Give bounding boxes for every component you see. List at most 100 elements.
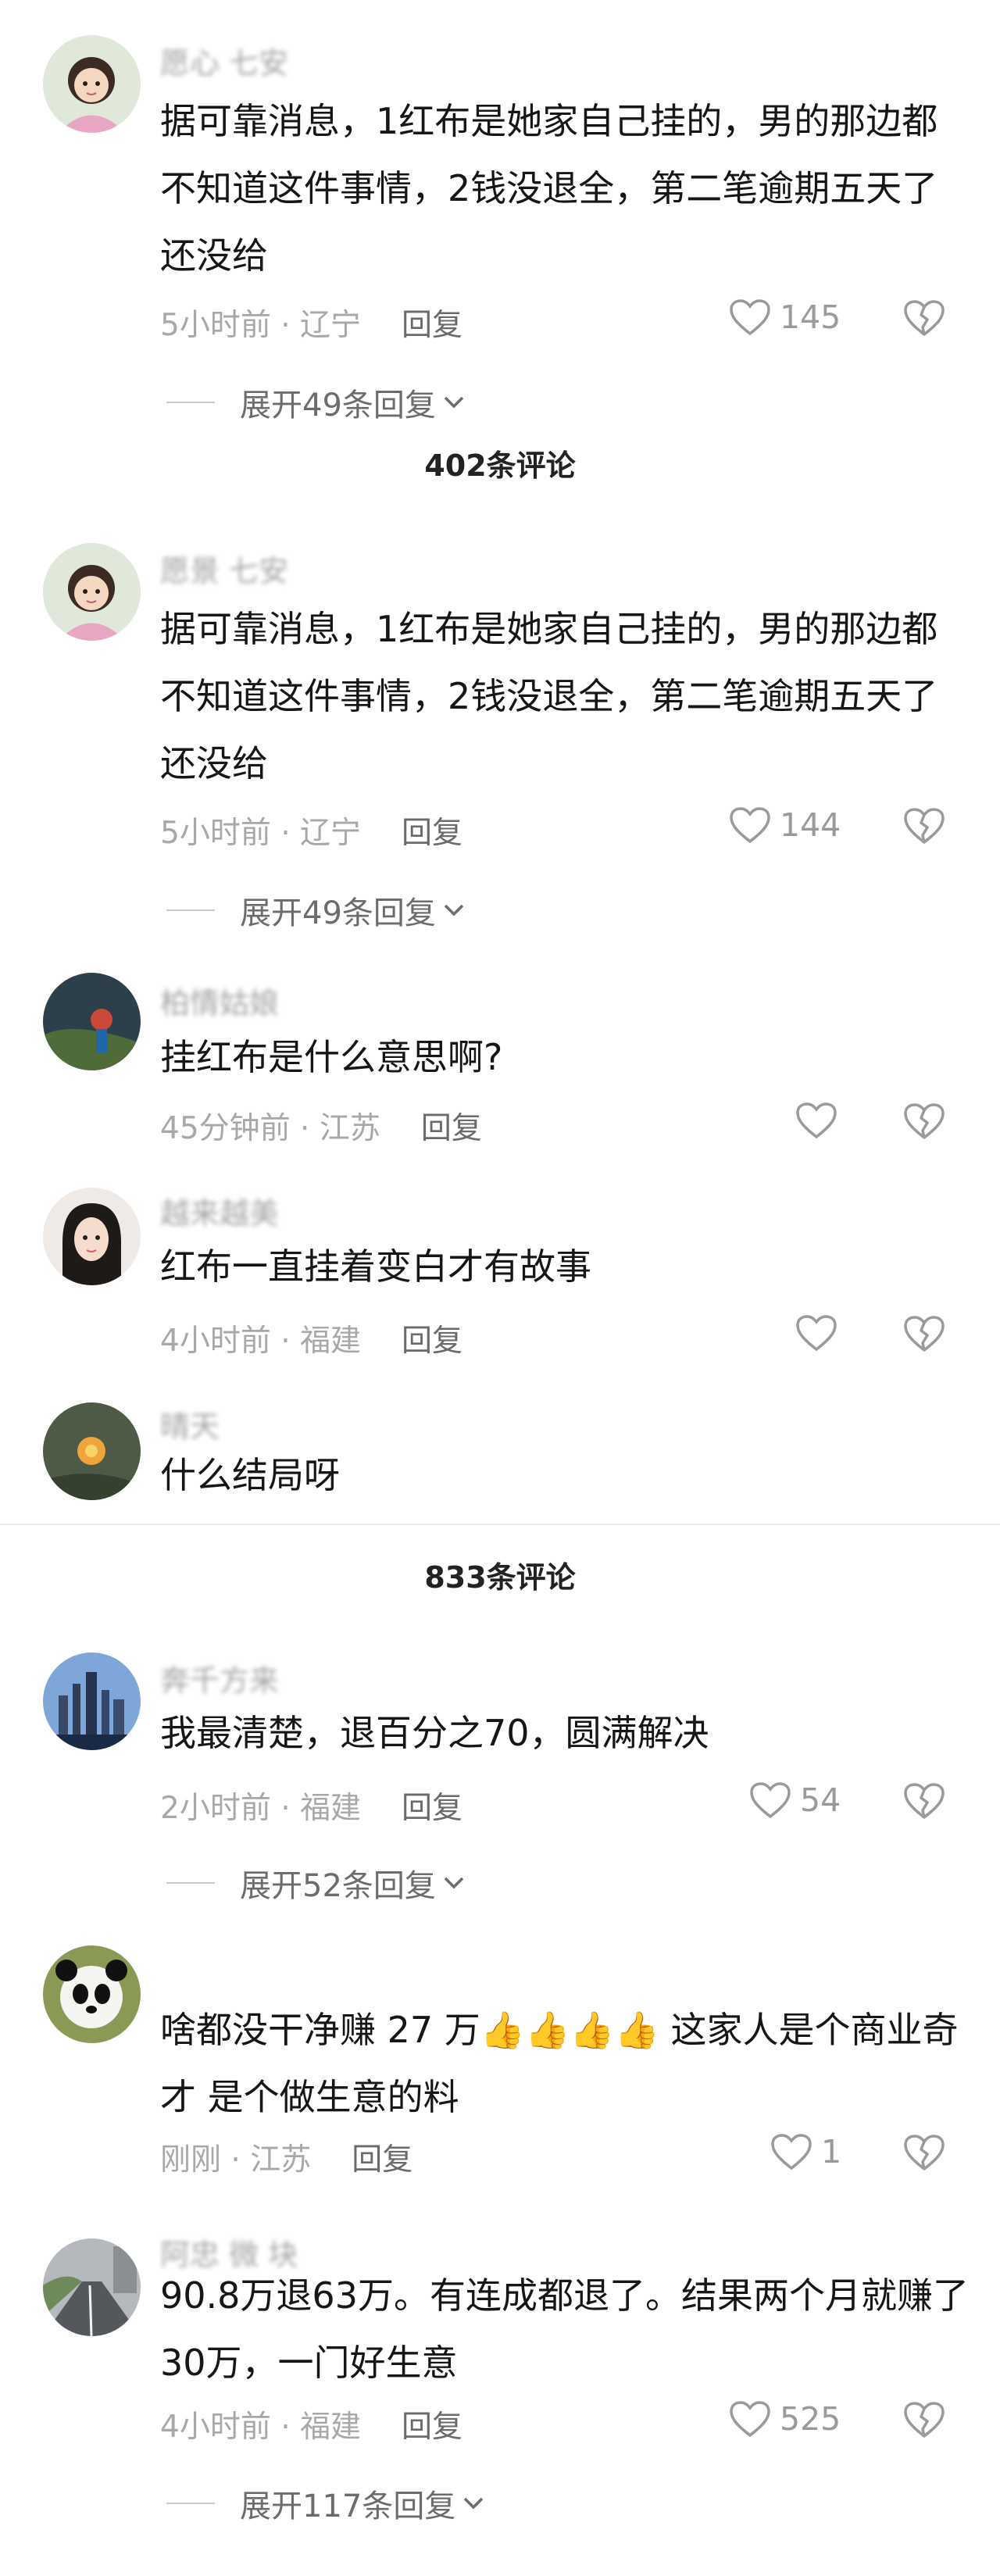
comment-username[interactable]: 愿心 七安 — [160, 39, 288, 82]
like-button[interactable]: 54 — [748, 1781, 841, 1820]
broken-heart-icon — [904, 808, 945, 844]
divider-line — [166, 402, 215, 403]
comment-text: 挂红布是什么意思啊? — [160, 1036, 503, 1078]
comment-item: 愿景 七安 据可靠消息，1红布是她家自己挂的，男的那边都不知道这件事情，2钱没退… — [0, 508, 1000, 945]
comment-time: 45分钟前 — [160, 1111, 291, 1146]
comment-meta: 4小时前 · 福建 回复 — [160, 1324, 463, 1359]
comment-meta: 刚刚 · 江苏 回复 — [160, 2142, 413, 2178]
comment-username[interactable]: 越来越美 — [160, 1189, 279, 1232]
dislike-button[interactable] — [902, 1101, 946, 1142]
expand-replies-button[interactable]: 展开117条回复 — [166, 2481, 485, 2526]
comment-meta: 45分钟前 · 江苏 回复 — [160, 1111, 482, 1146]
like-button[interactable] — [795, 1313, 838, 1352]
broken-heart-icon — [904, 1316, 945, 1352]
like-count: 144 — [780, 806, 841, 844]
like-count: 54 — [800, 1781, 841, 1819]
broken-heart-icon — [904, 1103, 945, 1139]
chevron-down-icon — [444, 1877, 464, 1889]
dislike-button[interactable] — [902, 2132, 946, 2173]
chevron-down-icon — [444, 904, 464, 916]
comment-text-part: 啥都没干净赚 27 万 — [160, 2009, 480, 2051]
divider-line — [166, 909, 215, 911]
dislike-button[interactable] — [902, 298, 946, 338]
reply-button[interactable]: 回复 — [402, 816, 462, 851]
expand-replies-label: 展开52条回复 — [240, 1868, 436, 1904]
expand-replies-button[interactable]: 展开49条回复 — [166, 380, 466, 425]
comment-text: 啥都没干净赚 27 万👍👍👍👍 这家人是个商业奇才 是个做生意的料 — [160, 1996, 973, 2131]
comment-item: 奔千方来 我最清楚，退百分之70，圆满解决 2小时前 · 福建 回复 54 展开5… — [0, 1652, 1000, 1906]
broken-heart-icon — [904, 1783, 945, 1819]
heart-outline-icon — [730, 807, 770, 844]
expand-replies-button[interactable]: 展开52条回复 — [166, 1860, 466, 1906]
dislike-button[interactable] — [902, 1313, 946, 1354]
reply-button[interactable]: 回复 — [352, 2142, 412, 2178]
comment-username[interactable]: 奔千方来 — [160, 1656, 279, 1699]
reply-button[interactable]: 回复 — [421, 1111, 482, 1146]
like-button[interactable]: 144 — [728, 806, 841, 845]
avatar[interactable] — [43, 1402, 141, 1500]
comment-location: 辽宁 — [300, 308, 362, 343]
like-count: 1 — [821, 2133, 842, 2170]
comment-time: 2小时前 — [160, 1791, 271, 1826]
like-count: 525 — [780, 2400, 841, 2438]
reply-button[interactable]: 回复 — [402, 2410, 462, 2445]
comment-meta: 2小时前 · 福建 回复 — [160, 1791, 463, 1826]
comment-location: 辽宁 — [300, 816, 362, 851]
avatar[interactable] — [43, 35, 141, 133]
comment-count-header: 402条评论 — [424, 448, 576, 483]
comment-item: 愿心 七安 据可靠消息，1红布是她家自己挂的，男的那边都不知道这件事情，2钱没退… — [0, 0, 1000, 438]
divider-line — [166, 2503, 215, 2504]
comment-location: 福建 — [300, 1324, 362, 1359]
heart-outline-icon — [796, 1102, 837, 1139]
comment-item: 晴天 什么结局呀 — [0, 1402, 1000, 1527]
broken-heart-icon — [904, 2402, 945, 2438]
heart-outline-icon — [796, 1315, 837, 1352]
comment-username[interactable]: 柏情姑娘 — [160, 979, 279, 1022]
broken-heart-icon — [904, 2135, 945, 2170]
dislike-button[interactable] — [902, 2399, 946, 2440]
reply-button[interactable]: 回复 — [402, 1791, 462, 1826]
reply-button[interactable]: 回复 — [402, 1324, 462, 1359]
comment-location: 福建 — [300, 1791, 362, 1826]
comment-username[interactable]: 晴天 — [160, 1402, 220, 1445]
expand-replies-button[interactable]: 展开49条回复 — [166, 888, 466, 933]
comment-item: 啥都没干净赚 27 万👍👍👍👍 这家人是个商业奇才 是个做生意的料 刚刚 · 江… — [0, 1945, 1000, 2203]
chevron-down-icon — [464, 2497, 484, 2510]
reply-button[interactable]: 回复 — [402, 308, 462, 343]
comment-text: 据可靠消息，1红布是她家自己挂的，男的那边都不知道这件事情，2钱没退全，第二笔逾… — [160, 608, 938, 784]
like-button[interactable]: 145 — [728, 298, 841, 337]
comment-text: 据可靠消息，1红布是她家自己挂的，男的那边都不知道这件事情，2钱没退全，第二笔逾… — [160, 100, 938, 277]
broken-heart-icon — [904, 300, 945, 336]
comment-time: 4小时前 — [160, 1324, 271, 1359]
comment-item: 阿忠 微 块 90.8万退63万。有连成都退了。结果两个月就赚了30万，一门好生… — [0, 2231, 1000, 2574]
like-count: 145 — [780, 298, 841, 336]
comment-meta: 5小时前 · 辽宁 回复 — [160, 308, 463, 343]
comment-meta: 4小时前 · 福建 回复 — [160, 2410, 463, 2445]
chevron-down-icon — [444, 396, 464, 409]
like-button[interactable] — [795, 1101, 838, 1140]
comment-location: 福建 — [300, 2410, 362, 2445]
avatar[interactable] — [43, 1652, 141, 1750]
dislike-button[interactable] — [902, 806, 946, 846]
comment-text: 90.8万退63万。有连成都退了。结果两个月就赚了30万，一门好生意 — [160, 2274, 969, 2384]
avatar[interactable] — [43, 1188, 141, 1285]
comment-username[interactable]: 愿景 七安 — [160, 547, 288, 590]
comment-text: 我最清楚，退百分之70，圆满解决 — [160, 1712, 709, 1754]
dislike-button[interactable] — [902, 1781, 946, 1821]
heart-outline-icon — [750, 1782, 791, 1819]
comment-time: 5小时前 — [160, 816, 271, 851]
avatar[interactable] — [43, 2238, 141, 2336]
avatar[interactable] — [43, 1945, 141, 2043]
like-button[interactable]: 525 — [728, 2399, 841, 2438]
thumbs-up-emoji: 👍👍👍👍 — [480, 2009, 659, 2051]
comment-text: 红布一直挂着变白才有故事 — [160, 1245, 591, 1288]
comment-time: 刚刚 — [160, 2142, 222, 2178]
like-button[interactable]: 1 — [770, 2132, 841, 2171]
comment-time: 4小时前 — [160, 2410, 271, 2445]
comment-item: 越来越美 红布一直挂着变白才有故事 4小时前 · 福建 回复 — [0, 1188, 1000, 1383]
section-divider — [0, 1524, 1000, 1525]
expand-replies-label: 展开49条回复 — [240, 895, 436, 931]
avatar[interactable] — [43, 543, 141, 641]
avatar[interactable] — [43, 973, 141, 1070]
expand-replies-label: 展开117条回复 — [240, 2488, 456, 2524]
